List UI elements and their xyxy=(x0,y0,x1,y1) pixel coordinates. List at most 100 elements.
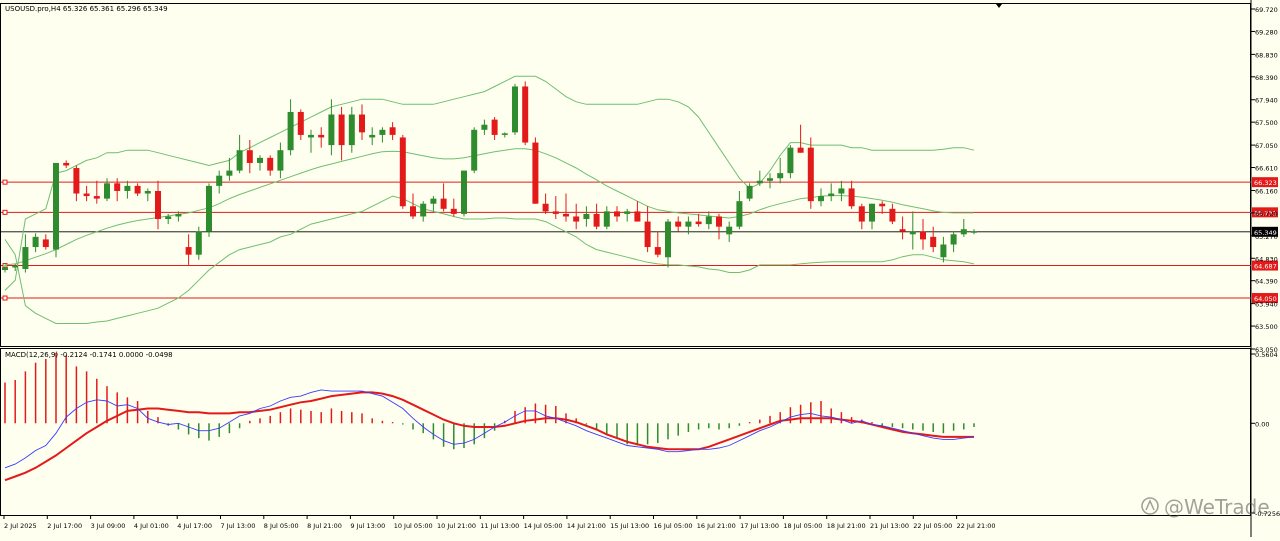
macd-header: MACD(12,26,9) -0.2124 -0.1741 0.0000 -0.… xyxy=(5,351,173,359)
candle-body xyxy=(532,142,539,204)
candle-body xyxy=(267,157,274,171)
time-tick-label: 18 Jul 21:00 xyxy=(827,522,866,530)
candle-body xyxy=(114,183,121,191)
candle-body xyxy=(236,150,243,171)
candle-body xyxy=(654,247,661,255)
candle-body xyxy=(134,185,141,194)
candle-body xyxy=(930,236,937,248)
trading-terminal: 66.323 65.731 64.687 64.050 65.349 69.720 69.… xyxy=(0,0,1280,537)
candle-body xyxy=(308,134,314,138)
price-tick-label: 65.270 xyxy=(1255,233,1278,241)
price-tick-label: 69.720 xyxy=(1255,6,1278,14)
price-chart-svg: 66.32365.73164.68764.05065.349 69.72069.… xyxy=(0,0,1280,537)
candle-body xyxy=(858,206,865,222)
candle-body xyxy=(807,147,814,202)
candle-body xyxy=(144,190,151,194)
candle-body xyxy=(614,211,620,217)
candle-body xyxy=(563,213,569,217)
candle-body xyxy=(287,111,294,151)
price-tick-label: 67.500 xyxy=(1255,119,1278,127)
level-anchor-icon[interactable] xyxy=(2,209,8,215)
time-tick-label: 9 Jul 13:00 xyxy=(350,522,385,530)
candle-body xyxy=(440,198,447,209)
price-tick-label: 67.050 xyxy=(1255,142,1278,150)
candle-body xyxy=(450,208,457,214)
candle-body xyxy=(879,203,886,207)
candle-body xyxy=(848,188,855,207)
candle-body xyxy=(206,185,212,232)
candle-body xyxy=(124,185,131,191)
price-tick-label: 66.610 xyxy=(1255,165,1278,173)
candle-body xyxy=(705,216,712,225)
candle-body xyxy=(216,175,223,186)
candle-body xyxy=(960,229,967,235)
candle-body xyxy=(603,211,610,227)
price-tick-label: 68.830 xyxy=(1255,51,1278,59)
time-tick-label: 21 Jul 13:00 xyxy=(870,522,909,530)
macd-tick-label: 0.5604 xyxy=(1255,351,1278,359)
candle-body xyxy=(573,216,580,222)
time-tick-label: 10 Jul 21:00 xyxy=(437,522,476,530)
price-tick-label: 64.830 xyxy=(1255,255,1278,263)
time-tick-label: 4 Jul 17:00 xyxy=(177,522,212,530)
time-tick-label: 4 Jul 01:00 xyxy=(134,522,169,530)
time-tick-label: 11 Jul 13:00 xyxy=(480,522,519,530)
candle-body xyxy=(165,216,172,220)
time-tick-label: 14 Jul 21:00 xyxy=(567,522,606,530)
candle-body xyxy=(909,231,916,235)
candle-body xyxy=(818,196,824,202)
level-price-label: 66.323 xyxy=(1254,179,1277,187)
level-anchor-icon[interactable] xyxy=(2,295,8,301)
symbol-header: USOUSD.pro,H4 65.326 65.361 65.296 65.34… xyxy=(5,5,168,13)
candle-body xyxy=(389,127,396,135)
level-anchor-icon[interactable] xyxy=(2,179,8,185)
candle-body xyxy=(104,183,110,199)
level-price-label: 64.687 xyxy=(1254,263,1277,271)
candle-body xyxy=(185,247,192,255)
candle-body xyxy=(430,198,437,204)
time-tick-label: 2 Jul 2025 xyxy=(4,522,37,530)
candle-body xyxy=(83,193,90,197)
candle-body xyxy=(665,221,671,258)
candle-body xyxy=(736,201,743,227)
candle-body xyxy=(675,221,682,227)
candle-body xyxy=(53,162,59,250)
candle-body xyxy=(277,150,284,171)
candle-body xyxy=(797,147,804,153)
candle-body xyxy=(501,133,508,135)
candle-body xyxy=(746,185,753,199)
candle-body xyxy=(593,213,600,227)
candle-body xyxy=(399,137,406,207)
candle-body xyxy=(726,226,733,235)
price-tick-label: 67.940 xyxy=(1255,97,1278,105)
candle-body xyxy=(940,244,947,258)
candle-body xyxy=(369,134,376,138)
time-tick-label: 8 Jul 05:00 xyxy=(264,522,299,530)
watermark-text: @WeTrade xyxy=(1164,495,1270,519)
candle-body xyxy=(246,150,253,163)
candle-body xyxy=(950,234,957,245)
candle-body xyxy=(461,170,467,214)
candle-body xyxy=(42,239,49,248)
candle-body xyxy=(716,216,722,227)
candle-body xyxy=(226,170,233,176)
candle-body xyxy=(420,203,427,217)
price-tick-label: 65.720 xyxy=(1255,210,1278,218)
candle-body xyxy=(471,129,478,171)
time-tick-label: 15 Jul 13:00 xyxy=(610,522,649,530)
candle-body xyxy=(328,114,335,146)
candle-body xyxy=(379,129,386,135)
candle-body xyxy=(195,231,202,255)
time-tick-label: 14 Jul 05:00 xyxy=(524,522,563,530)
candle-body xyxy=(552,211,559,214)
candle-body xyxy=(512,86,518,133)
candle-body xyxy=(155,190,161,220)
candle-body xyxy=(481,124,488,130)
candle-body xyxy=(644,221,651,248)
candle-body xyxy=(971,231,977,233)
candle-body xyxy=(73,168,80,194)
candle-body xyxy=(175,213,182,217)
time-tick-label: 22 Jul 21:00 xyxy=(957,522,996,530)
time-tick-label: 3 Jul 09:00 xyxy=(91,522,126,530)
time-tick-label: 22 Jul 05:00 xyxy=(913,522,952,530)
